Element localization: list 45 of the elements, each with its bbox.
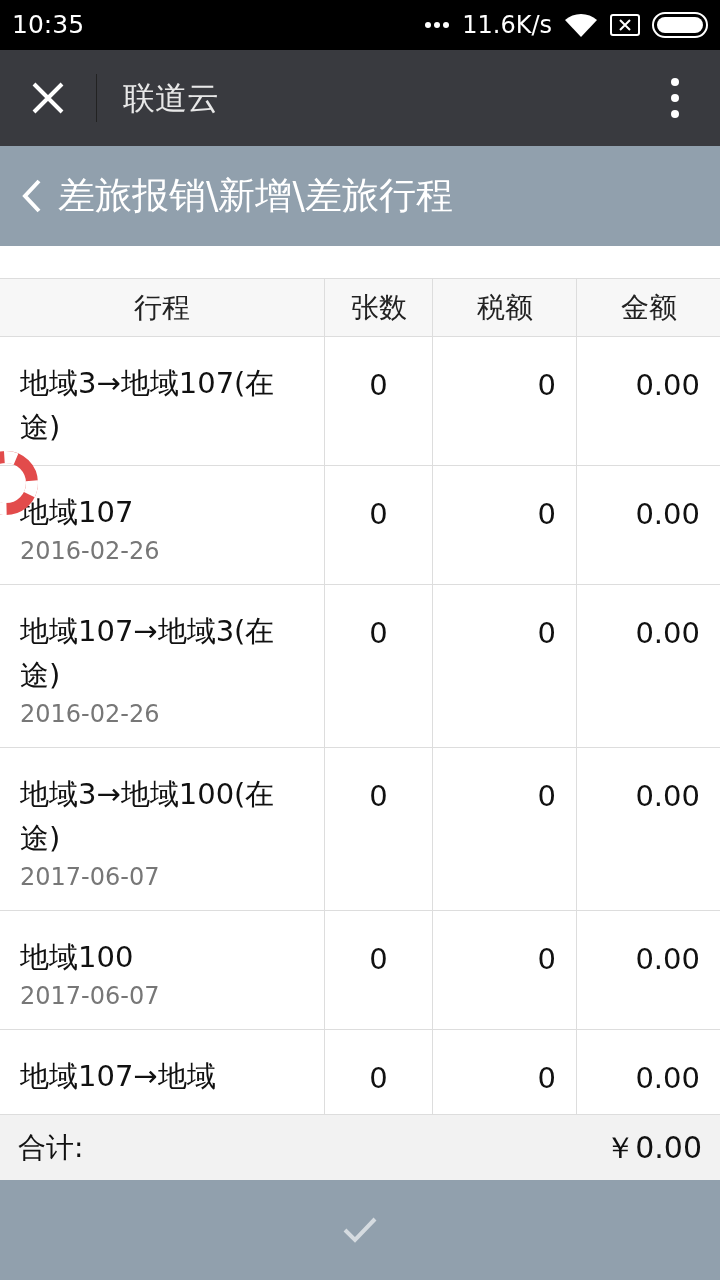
ticket-count: 0: [369, 1060, 388, 1097]
amount-value: 0.00: [635, 941, 700, 978]
check-icon: [342, 1216, 378, 1244]
tax-amount: 0: [537, 941, 556, 978]
ticket-count: 0: [369, 778, 388, 815]
app-title: 联道云: [123, 78, 219, 119]
tax-amount: 0: [537, 778, 556, 815]
route-text: 地域100: [20, 939, 135, 976]
total-label: 合计:: [18, 1129, 84, 1166]
trip-date: 2017-06-07: [20, 981, 161, 1012]
column-header: 张数: [350, 289, 407, 326]
tax-amount: 0: [537, 615, 556, 652]
menu-icon: [671, 78, 679, 118]
column-header: 税额: [476, 289, 533, 326]
amount-value: 0.00: [635, 778, 700, 815]
sim-card-icon: [610, 14, 640, 36]
trip-date: 2017-06-07: [20, 862, 161, 893]
ticket-count: 0: [369, 615, 388, 652]
clock-time: 10:35: [12, 9, 85, 42]
route-text: 地域107→地域3(在途): [20, 613, 276, 694]
ticket-count: 0: [369, 367, 388, 404]
network-speed: 11.6K/s: [462, 10, 552, 41]
close-icon: [31, 81, 65, 115]
trip-date: 2016-02-26: [20, 536, 161, 567]
amount-value: 0.00: [635, 1060, 700, 1097]
amount-value: 0.00: [635, 496, 700, 533]
route-text: 地域3→地域100(在途): [20, 776, 276, 857]
back-icon: [20, 178, 42, 214]
amount-value: 0.00: [635, 367, 700, 404]
ticket-count: 0: [369, 496, 388, 533]
trip-date: 2016-02-26: [20, 699, 161, 730]
battery-icon: [652, 12, 708, 38]
ticket-count: 0: [369, 941, 388, 978]
page-title: 差旅报销\新增\差旅行程: [58, 173, 453, 220]
column-header: 金额: [620, 289, 677, 326]
tax-amount: 0: [537, 496, 556, 533]
column-header: 行程: [134, 289, 190, 326]
tax-amount: 0: [537, 367, 556, 404]
wifi-icon: [564, 12, 598, 38]
more-icon: [424, 21, 451, 29]
total-value: ￥0.00: [605, 1129, 702, 1167]
route-text: 地域107→地域: [20, 1058, 217, 1095]
route-text: 地域3→地域107(在途): [20, 365, 276, 446]
amount-value: 0.00: [635, 615, 700, 652]
tax-amount: 0: [537, 1060, 556, 1097]
